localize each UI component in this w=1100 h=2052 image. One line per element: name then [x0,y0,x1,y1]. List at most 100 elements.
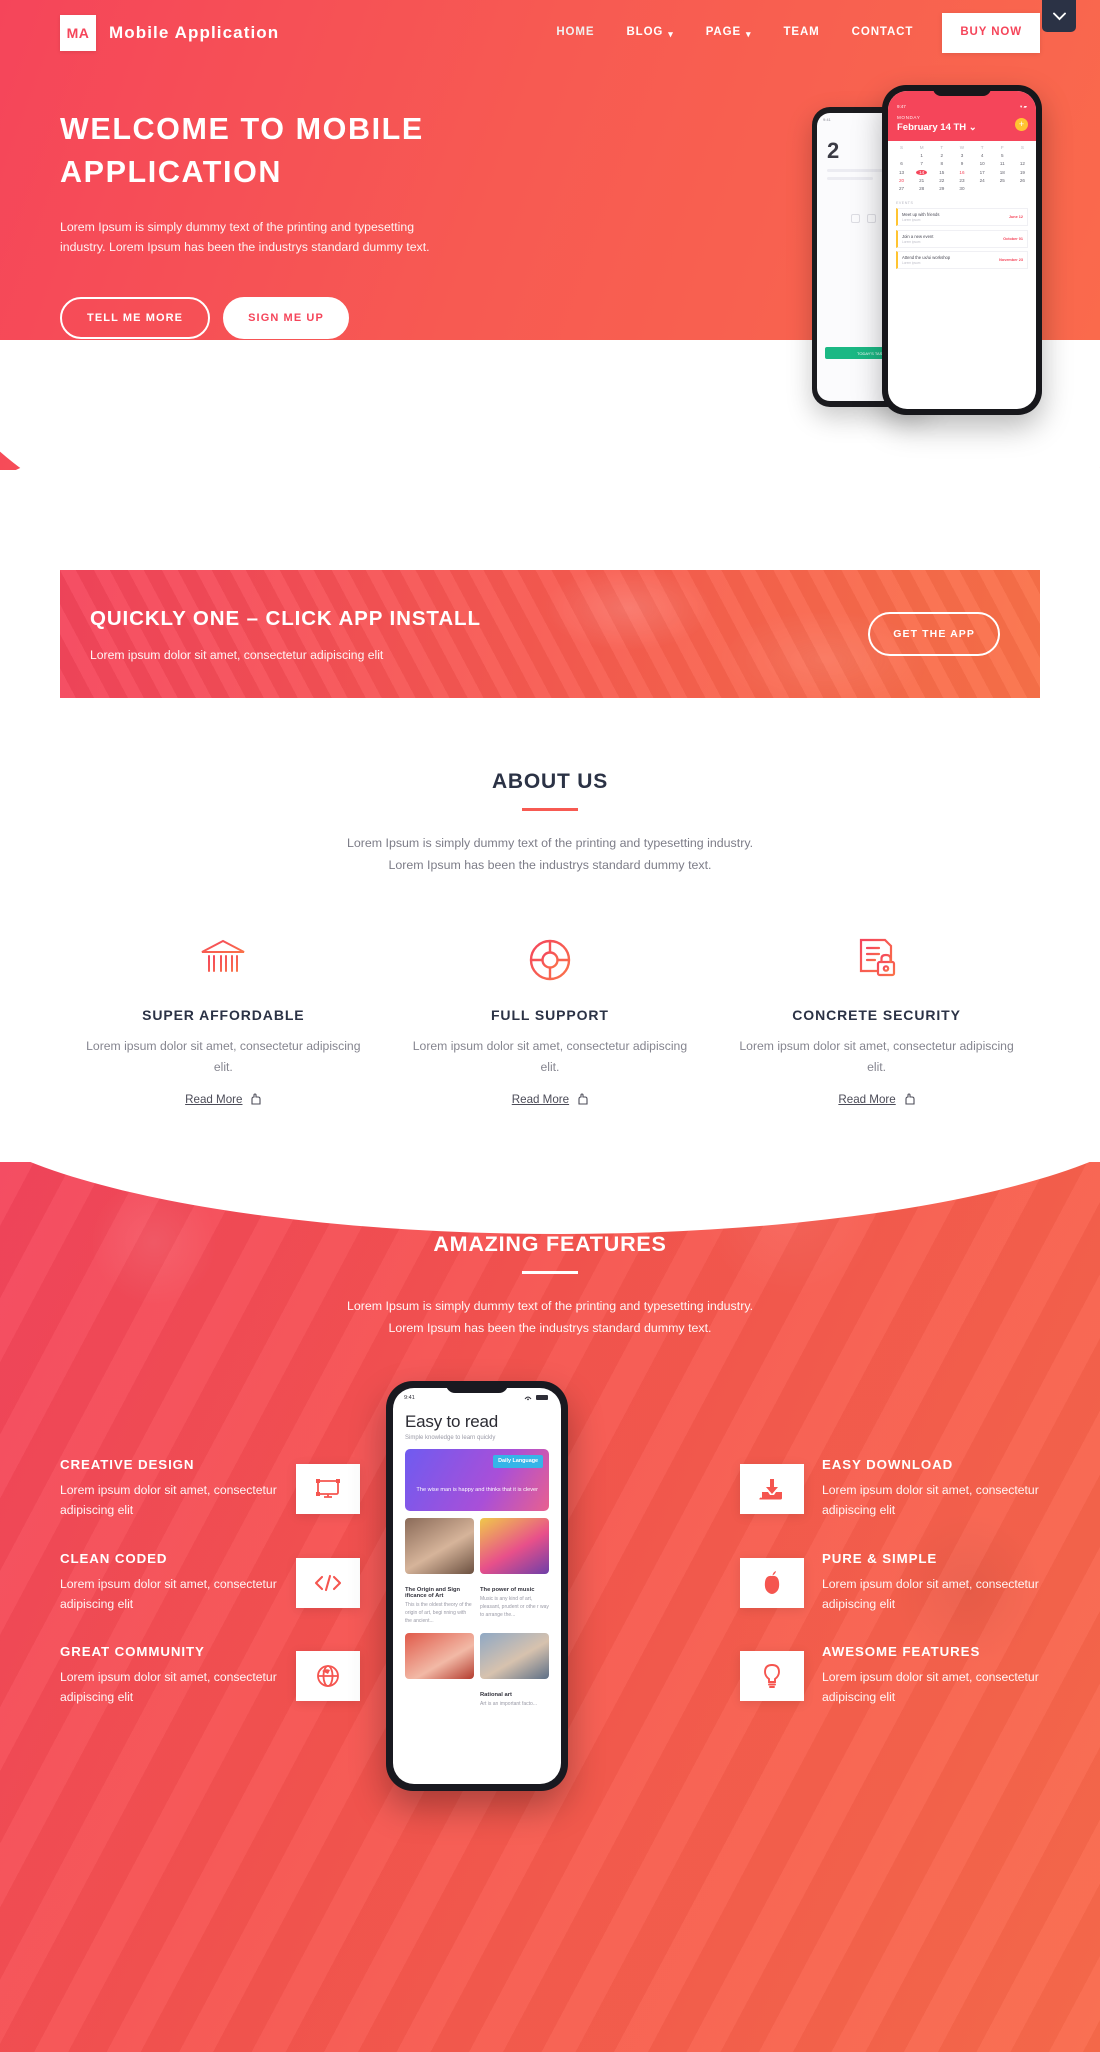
page-title: WELCOME TO MOBILE APPLICATION [60,112,424,190]
article-block[interactable]: The Origin and Sign ificance of Art This… [405,1582,474,1625]
day-cell[interactable]: 25 [997,178,1008,183]
tell-me-more-button[interactable]: TELL ME MORE [60,297,211,340]
day-cell[interactable]: 11 [997,161,1008,166]
thumbnail-image[interactable] [405,1632,474,1679]
dow-label: S [899,145,904,150]
sign-me-up-button[interactable]: SIGN ME UP [223,297,349,340]
events-label: EVENTS [896,201,914,206]
thumbnail-image[interactable] [480,1632,549,1679]
get-the-app-button[interactable]: GET THE APP [868,612,1000,656]
event-sub: Lorem ipsum [902,261,921,266]
about-cards: SUPER AFFORDABLE Lorem ipsum dolor sit a… [60,934,1040,1108]
day-cell[interactable]: 13 [896,170,907,175]
calendar-week-row: 20 21 22 23 24 25 26 [896,178,1028,183]
lifebuoy-icon [407,934,694,986]
nav-item-contact[interactable]: CONTACT [836,27,930,39]
feature-item: GREAT COMMUNITY Lorem ipsum dolor sit am… [60,1644,360,1708]
about-card: FULL SUPPORT Lorem ipsum dolor sit amet,… [387,934,714,1108]
read-more-link[interactable]: Read More [838,1093,915,1107]
day-cell[interactable]: 26 [1017,178,1028,183]
features-header: AMAZING FEATURES Lorem Ipsum is simply d… [0,1162,1100,1339]
read-more-label: Read More [185,1093,243,1107]
phone-article-row: Rational art Art is an important facto..… [405,1687,549,1709]
feature-description: Lorem ipsum dolor sit amet, consectetur … [60,1576,277,1611]
day-cell[interactable]: 18 [997,170,1008,175]
feature-description: Lorem ipsum dolor sit amet, consectetur … [822,1670,1039,1705]
day-cell[interactable]: 29 [936,186,947,191]
day-cell[interactable]: 19 [1017,170,1028,175]
day-cell[interactable]: 1 [916,153,927,158]
day-cell[interactable]: 6 [896,161,907,166]
day-cell[interactable]: 5 [997,153,1008,158]
day-cell[interactable]: 28 [916,186,927,191]
globe-icon [296,1651,360,1702]
features-right-column: EASY DOWNLOAD Lorem ipsum dolor sit amet… [740,1381,1040,1738]
design-frame-icon [296,1464,360,1515]
event-row[interactable]: Join a new event Lorem ipsum October 01 [896,229,1028,248]
day-cell[interactable]: 21 [916,178,927,183]
calendar-week-row: 1 2 3 4 5 [896,153,1028,158]
features-left-column: CREATIVE DESIGN Lorem ipsum dolor sit am… [60,1381,360,1738]
event-row[interactable]: Attend the ux/ui workshop Lorem ipsum No… [896,251,1028,270]
features-body: CREATIVE DESIGN Lorem ipsum dolor sit am… [0,1339,1100,1792]
day-cell-selected[interactable]: 14 [916,169,928,175]
calendar-week-row: 27 28 29 30 [896,186,1028,191]
feature-description: Lorem ipsum dolor sit amet, consectetur … [60,1670,277,1705]
read-more-link[interactable]: Read More [185,1093,262,1107]
about-card-title: FULL SUPPORT [490,1007,609,1024]
nav-item-page[interactable]: PAGE ▾ [690,27,768,39]
day-cell[interactable]: 22 [936,178,947,183]
day-cell[interactable]: 27 [896,186,907,191]
day-cell[interactable]: 15 [936,170,947,175]
lightbulb-icon [740,1651,804,1702]
dow-label: T [940,145,944,150]
calendar-week-row: 6 7 8 9 10 11 12 [896,161,1028,166]
read-more-link[interactable]: Read More [512,1093,588,1106]
day-cell[interactable]: 3 [956,153,967,158]
chevron-down-icon: ▾ [746,28,752,39]
day-cell[interactable]: 8 [936,161,947,166]
article-block[interactable]: Rational art Art is an important facto..… [480,1687,549,1709]
article-block[interactable]: The power of music Music is any kind of … [480,1582,549,1625]
title-underline [522,808,578,811]
event-date: November 23 [999,258,1023,263]
add-event-button[interactable]: + [1015,118,1028,131]
day-cell-highlight[interactable]: 16 [956,170,967,175]
day-cell[interactable]: 7 [916,161,927,166]
dow-label: F [1000,145,1004,150]
document-lock-icon [733,934,1020,986]
thumbnail-image[interactable] [480,1518,549,1575]
chevron-down-icon[interactable] [1042,0,1076,32]
day-cell[interactable]: 4 [977,153,988,158]
buy-now-button[interactable]: BUY NOW [942,13,1040,53]
day-cell[interactable]: 23 [956,178,967,183]
day-cell[interactable]: 17 [977,170,988,175]
features-phone-mockup: 9:41 Easy to read Simple knowledge to le… [386,1381,568,1792]
day-cell[interactable]: 2 [936,153,947,158]
day-cell[interactable]: 30 [956,186,967,191]
thumbnail-image[interactable] [405,1518,474,1575]
nav-item-team[interactable]: TEAM [767,27,835,39]
brand-logo[interactable]: MA Mobile Application [60,15,279,51]
phone-hero-card[interactable]: Daily Language The wise man is happy and… [405,1449,549,1512]
day-cell[interactable]: 24 [977,178,988,183]
read-more-label: Read More [838,1093,896,1107]
day-cell[interactable]: 20 [896,178,907,183]
dow-label: M [919,145,924,150]
read-more-label: Read More [511,1093,570,1107]
features-description: Lorem Ipsum is simply dummy text of the … [346,1299,754,1336]
about-card-title: SUPER AFFORDABLE [142,1007,305,1024]
day-cell[interactable]: 12 [1017,161,1028,166]
calendar-dow-row: S M T W T F S [896,145,1028,150]
day-cell[interactable]: 10 [977,161,988,166]
nav-item-home[interactable]: HOME [540,27,610,39]
app-icon [850,214,860,223]
nav-item-blog[interactable]: BLOG ▾ [610,27,689,39]
hero-phone-mockups: 9:41 2 TODAY'S TASK 9:47 ▾ ▰ MONDAY Febr… [812,85,1042,430]
about-card-title: CONCRETE SECURITY [792,1007,961,1024]
brand-name: Mobile Application [109,23,280,42]
about-card-description: Lorem ipsum dolor sit amet, consectetur … [412,1039,688,1075]
event-row[interactable]: Meet up with friends Lorem ipsum June 12 [896,208,1028,227]
about-title: ABOUT US [491,770,609,793]
day-cell[interactable]: 9 [956,161,967,166]
